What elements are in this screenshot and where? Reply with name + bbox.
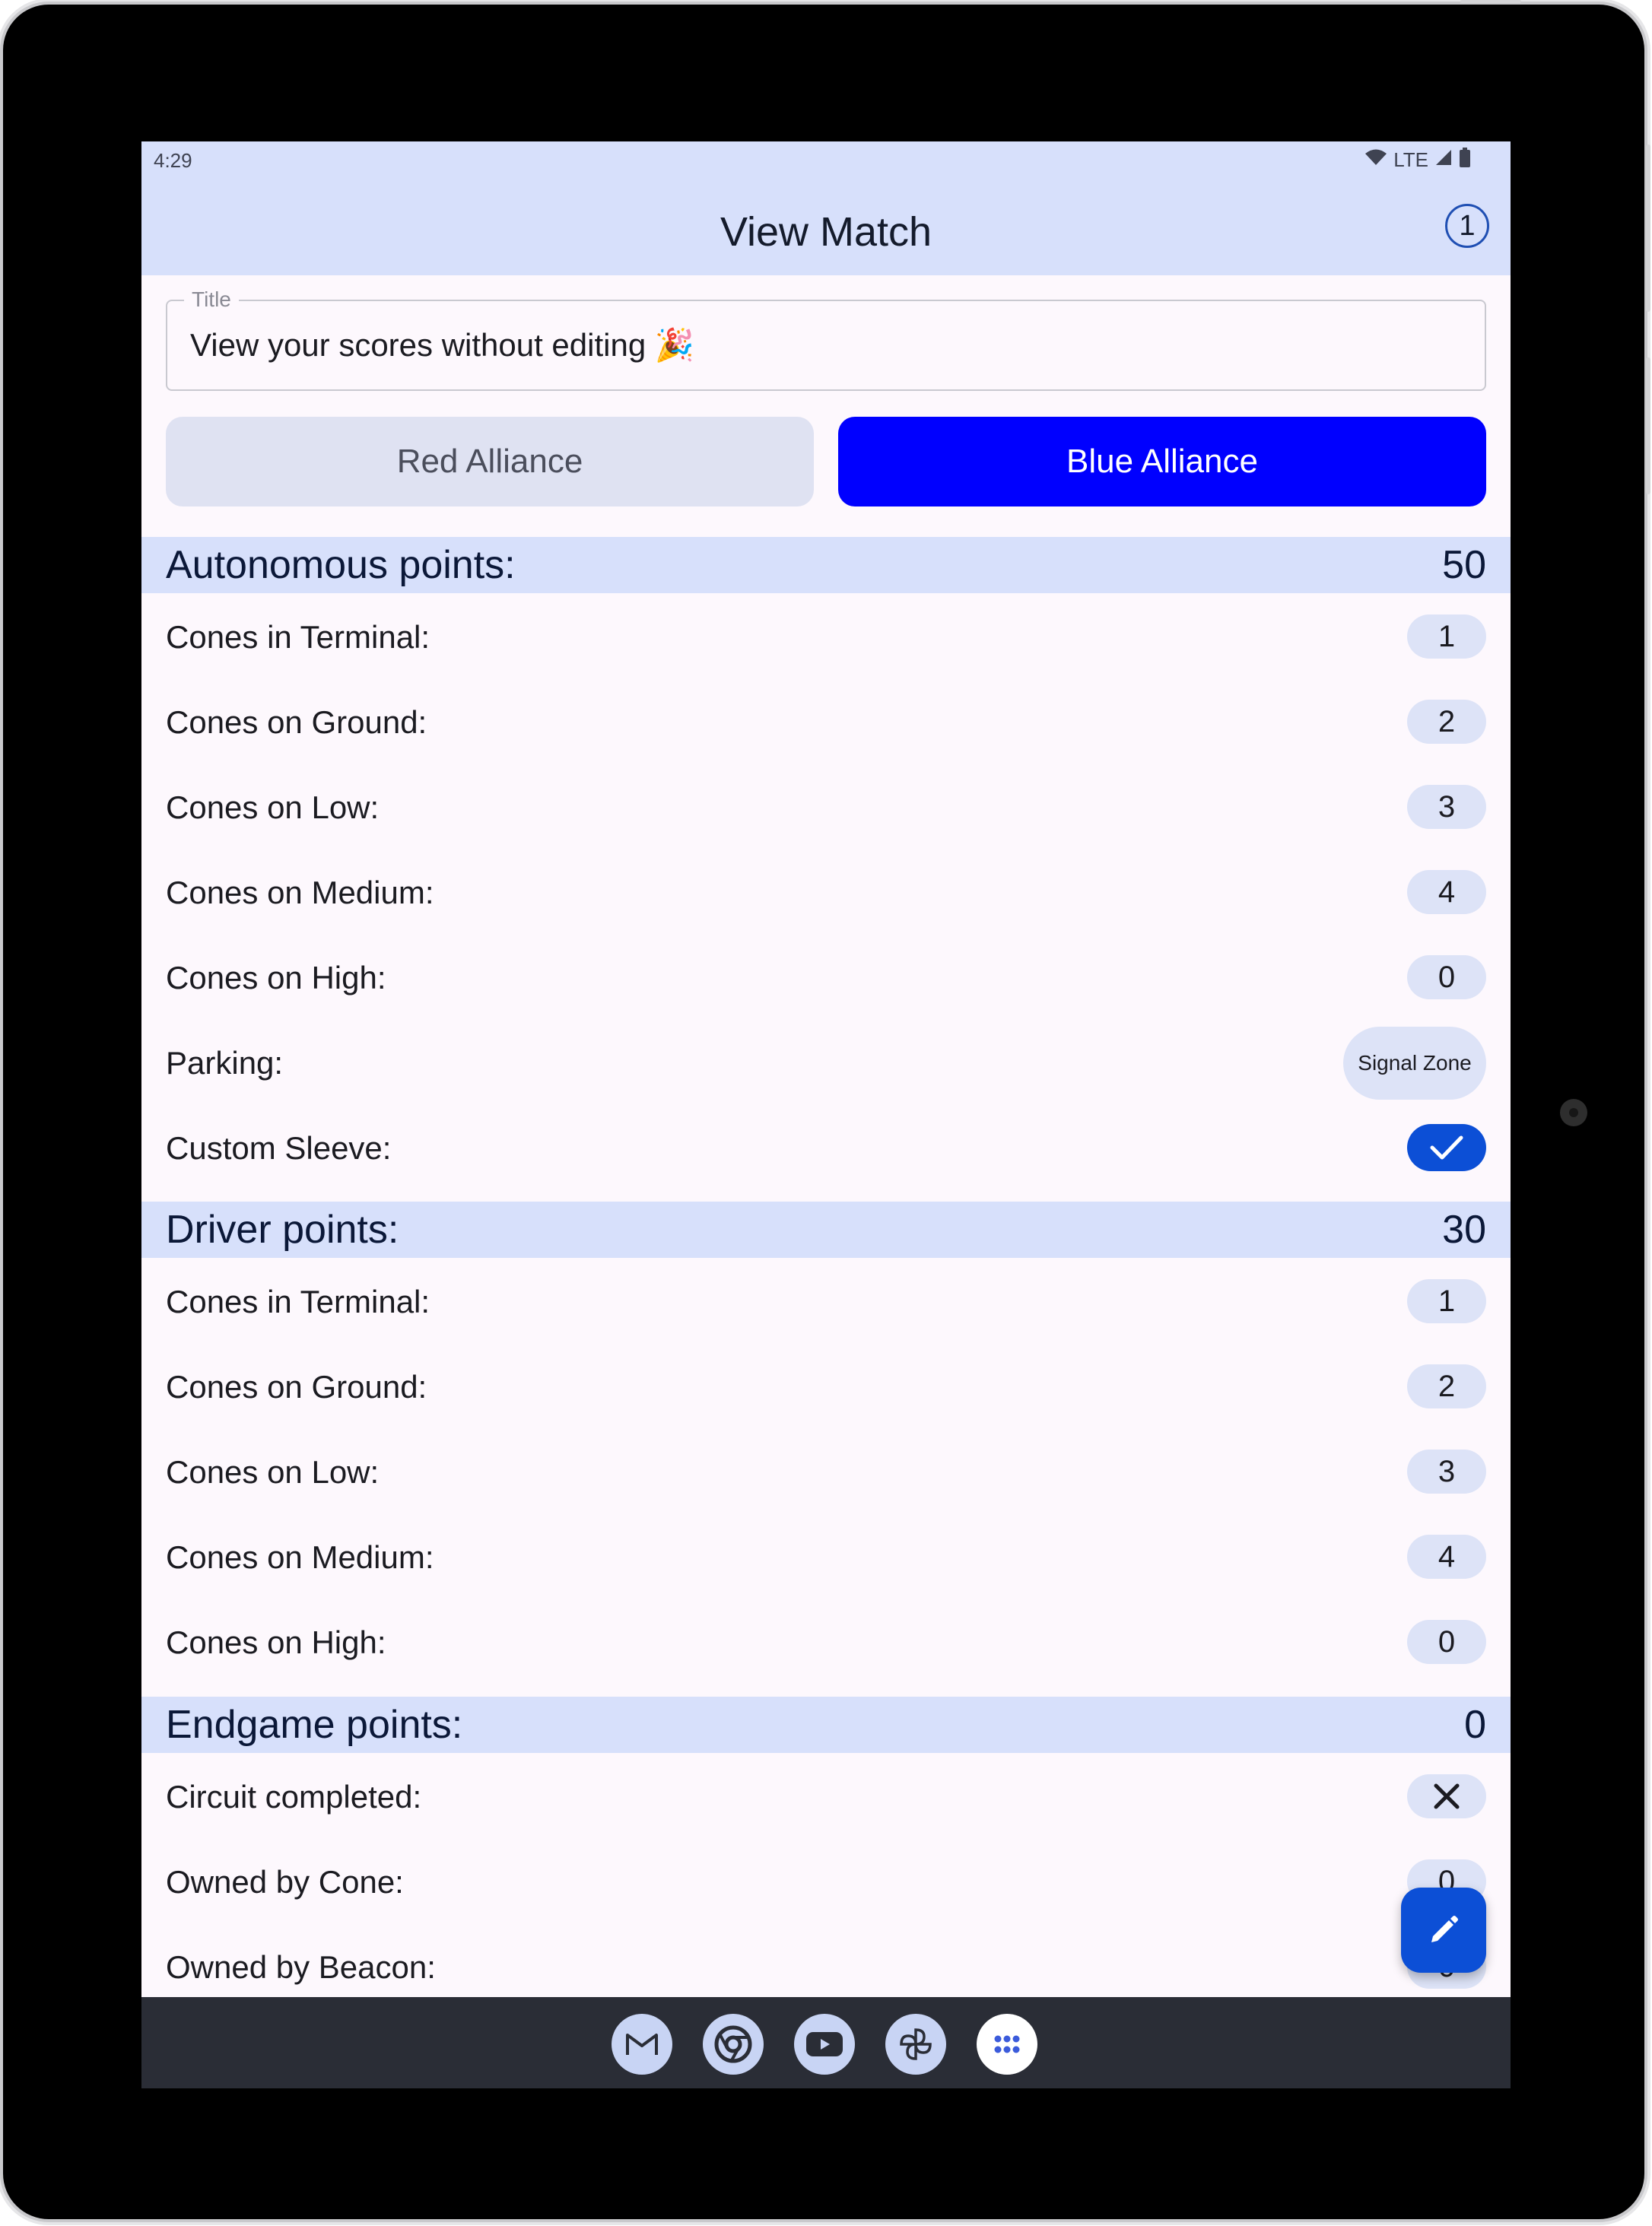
close-icon (1434, 1783, 1460, 1809)
endgame-title: Endgame points: (166, 1703, 463, 1747)
autonomous-section-header: Autonomous points: 50 (141, 537, 1511, 593)
endgame-section-header: Endgame points: 0 (141, 1697, 1511, 1753)
red-alliance-button[interactable]: Red Alliance (166, 417, 814, 506)
youtube-icon[interactable] (794, 2014, 855, 2075)
app-bar: View Match 1 (141, 179, 1511, 275)
value-pill[interactable]: 1 (1407, 614, 1486, 659)
row-label: Cones on Ground: (166, 704, 427, 740)
match-number-badge[interactable]: 1 (1445, 204, 1489, 248)
page-title: View Match (720, 209, 932, 255)
row-label: Cones in Terminal: (166, 619, 430, 655)
value-pill[interactable]: 0 (1407, 955, 1486, 999)
volume-button (1646, 357, 1650, 494)
row-label: Cones on Low: (166, 789, 380, 825)
value-pill[interactable]: 0 (1407, 1620, 1486, 1664)
value-pill[interactable]: 4 (1407, 870, 1486, 914)
autonomous-total: 50 (1442, 543, 1486, 587)
value-pill[interactable]: 2 (1407, 1364, 1486, 1408)
front-camera (1560, 1099, 1587, 1126)
value-pill[interactable]: 2 (1407, 700, 1486, 744)
status-bar: 4:29 LTE (141, 141, 1511, 179)
driver-title: Driver points: (166, 1208, 399, 1252)
network-type: LTE (1393, 148, 1428, 171)
endgame-row-owned-beacon: Owned by Beacon: 0 (141, 1923, 1511, 2008)
power-button (1646, 144, 1650, 312)
value-pill[interactable]: 4 (1407, 1535, 1486, 1579)
signal-icon (1434, 148, 1453, 172)
row-label: Cones on Low: (166, 1454, 380, 1490)
blue-alliance-button[interactable]: Blue Alliance (838, 417, 1486, 506)
auto-row-cones-terminal: Cones in Terminal: 1 (141, 593, 1511, 678)
status-icons: LTE (1364, 148, 1471, 173)
chrome-icon[interactable] (703, 2014, 764, 2075)
row-label: Cones in Terminal: (166, 1284, 430, 1319)
driver-total: 30 (1442, 1208, 1486, 1252)
wifi-icon (1364, 148, 1387, 172)
row-label: Cones on High: (166, 1624, 386, 1660)
endgame-total: 0 (1464, 1703, 1486, 1747)
row-label: Owned by Cone: (166, 1864, 404, 1900)
taskbar (141, 1997, 1511, 2088)
top-button (1460, 0, 1521, 3)
circuit-completed-checkbox[interactable] (1407, 1774, 1486, 1818)
driver-row-cones-low: Cones on Low: 3 (141, 1428, 1511, 1513)
driver-row-cones-medium: Cones on Medium: 4 (141, 1513, 1511, 1599)
driver-row-cones-ground: Cones on Ground: 2 (141, 1343, 1511, 1428)
auto-row-cones-medium: Cones on Medium: 4 (141, 849, 1511, 934)
auto-row-parking: Parking: Signal Zone (141, 1019, 1511, 1104)
battery-icon (1459, 148, 1471, 173)
auto-row-cones-low: Cones on Low: 3 (141, 764, 1511, 849)
custom-sleeve-checkbox[interactable] (1407, 1124, 1486, 1171)
endgame-row-circuit: Circuit completed: (141, 1753, 1511, 1838)
row-label: Custom Sleeve: (166, 1130, 392, 1166)
title-field-label: Title (184, 287, 239, 312)
auto-row-cones-ground: Cones on Ground: 2 (141, 678, 1511, 764)
status-time: 4:29 (154, 149, 192, 172)
value-pill[interactable]: 3 (1407, 785, 1486, 829)
value-pill[interactable]: 3 (1407, 1450, 1486, 1494)
driver-row-cones-high: Cones on High: 0 (141, 1599, 1511, 1684)
endgame-row-owned-cone: Owned by Cone: 0 (141, 1838, 1511, 1923)
row-label: Parking: (166, 1045, 284, 1081)
autonomous-title: Autonomous points: (166, 543, 516, 587)
driver-row-cones-terminal: Cones in Terminal: 1 (141, 1258, 1511, 1343)
app-drawer-icon[interactable] (977, 2014, 1037, 2075)
auto-row-custom-sleeve: Custom Sleeve: (141, 1104, 1511, 1189)
parking-chip[interactable]: Signal Zone (1343, 1027, 1486, 1100)
title-field[interactable]: Title View your scores without editing 🎉 (166, 287, 1486, 391)
edit-pencil-icon (1431, 1916, 1458, 1942)
row-label: Cones on Medium: (166, 1539, 434, 1575)
value-pill[interactable]: 1 (1407, 1279, 1486, 1323)
title-field-value: View your scores without editing 🎉 (190, 327, 695, 363)
row-label: Cones on Ground: (166, 1369, 427, 1405)
row-label: Cones on High: (166, 960, 386, 996)
auto-row-cones-high: Cones on High: 0 (141, 934, 1511, 1019)
screen: 4:29 LTE View Match 1 Title View your sc… (141, 141, 1511, 2088)
driver-section-header: Driver points: 30 (141, 1202, 1511, 1258)
gmail-icon[interactable] (612, 2014, 672, 2075)
row-label: Owned by Beacon: (166, 1949, 436, 1985)
edit-button[interactable] (1401, 1888, 1486, 1973)
photos-icon[interactable] (885, 2014, 946, 2075)
check-icon (1430, 1135, 1463, 1160)
row-label: Circuit completed: (166, 1779, 422, 1815)
row-label: Cones on Medium: (166, 875, 434, 910)
